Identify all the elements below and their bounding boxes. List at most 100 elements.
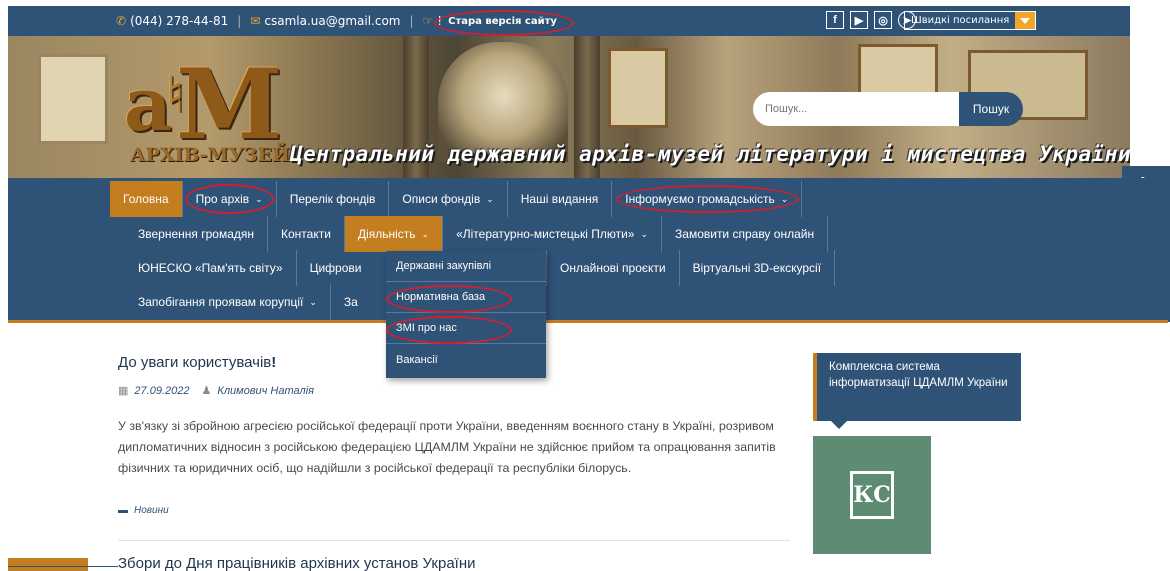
logo-text: АРХІВ-МУЗЕЙ — [130, 144, 290, 166]
social-links: f ▶ ◎ ➤ — [826, 11, 916, 29]
ks-logo: КС — [850, 471, 894, 519]
nav-item-digital[interactable]: Цифрови — [297, 250, 379, 286]
post-meta: ▦ 27.09.2022 ♟ Климович Наталія — [118, 384, 314, 398]
nav-bottom-border — [8, 320, 1168, 323]
activity-submenu: Державні закупівлі Нормативна база ЗМІ п… — [386, 251, 546, 378]
nav-label: Звернення громадян — [138, 227, 254, 241]
post-author[interactable]: Климович Наталія — [217, 385, 314, 397]
old-site-link[interactable]: Стара версія сайту — [434, 9, 574, 36]
chevron-down-icon: ⌄ — [640, 228, 649, 239]
logo-letter: а — [124, 62, 172, 148]
nav-row-4: Запобігання проявам корупції ⌄ За — [125, 284, 371, 320]
nav-label: Віртуальні 3D-екскурсії — [692, 261, 822, 275]
nav-label: Діяльність — [357, 227, 416, 241]
nav-label: Запобігання проявам корупції — [138, 295, 304, 309]
instagram-icon[interactable]: ◎ — [874, 11, 892, 29]
post-excerpt: У зв'язку зі збройною агресією російсько… — [118, 419, 776, 475]
chevron-down-icon — [1020, 17, 1031, 24]
nav-item-inform-public[interactable]: Інформуємо громадськість ⌄ — [612, 181, 803, 217]
nav-label: Описи фондів — [402, 192, 481, 206]
nav-item-citizen-appeals[interactable]: Звернення громадян — [125, 216, 268, 252]
contacts: ✆ (044) 278-44-81 | ✉ csamla.ua@gmail.co… — [116, 6, 574, 36]
facebook-icon[interactable]: f — [826, 11, 844, 29]
submenu-item-vacancies[interactable]: Вакансії — [386, 344, 546, 375]
nav-item-order-online[interactable]: Замовити справу онлайн — [662, 216, 829, 252]
nav-item-literary-plyuty[interactable]: «Літературно-мистецькі Плюти» ⌄ — [443, 216, 663, 252]
quick-links-label: Швидкі посилання — [911, 15, 1010, 26]
post-title-mark: ! — [271, 354, 277, 371]
calendar-icon: ▦ — [118, 385, 129, 397]
submenu-item-procurement[interactable]: Державні закупівлі — [386, 251, 546, 282]
post-date: 27.09.2022 — [134, 384, 190, 397]
nav-item-anti-corruption[interactable]: Запобігання проявам корупції ⌄ — [125, 284, 331, 320]
nav-label: «Літературно-мистецькі Плюти» — [456, 227, 635, 241]
nav-row-1: Головна Про архів ⌄ Перелік фондів Описи … — [110, 181, 803, 217]
nav-label: Головна — [123, 192, 169, 206]
chevron-down-icon: ⌄ — [255, 193, 263, 204]
post-title[interactable]: Збори до Дня працівників архівних устано… — [118, 555, 476, 571]
phone-icon: ✆ — [116, 14, 127, 28]
nav-row-2: Звернення громадян Контакти Діяльність ⌄ … — [125, 216, 829, 252]
divider: | — [409, 14, 414, 28]
submenu-item-regulatory[interactable]: Нормативна база — [386, 282, 546, 313]
nav-label: Про архів — [195, 192, 250, 206]
user-icon: ♟ — [201, 385, 212, 397]
chevron-down-icon: ⌄ — [780, 193, 789, 204]
youtube-icon[interactable]: ▶ — [850, 11, 868, 29]
corner-divider — [8, 566, 118, 567]
nav-item-funds-list[interactable]: Перелік фондів — [277, 181, 390, 217]
banner-photo-frame — [38, 54, 108, 144]
folder-icon: ▬ — [118, 505, 128, 516]
nav-item-online-projects[interactable]: Онлайнові проєкти — [547, 250, 680, 286]
nav-item-about[interactable]: Про архів ⌄ — [183, 181, 277, 217]
nav-label: Наші видання — [520, 192, 599, 206]
nav-item-home[interactable]: Головна — [110, 181, 183, 217]
page: ✆ (044) 278-44-81 | ✉ csamla.ua@gmail.co… — [0, 0, 1170, 571]
post-title-text: До уваги користувачів — [118, 354, 272, 371]
email-link[interactable]: csamla.ua@gmail.com — [264, 14, 400, 28]
banner-photo-portrait — [608, 48, 668, 128]
nav-item-activity[interactable]: Діяльність ⌄ — [344, 216, 444, 252]
nav-label: Замовити справу онлайн — [675, 227, 815, 241]
nav-item-unesco[interactable]: ЮНЕСКО «Пам'ять світу» — [125, 250, 297, 286]
lyre-icon: ♮ — [166, 64, 184, 123]
nav-item-contacts[interactable]: Контакти — [268, 216, 345, 252]
post-category-link[interactable]: Новини — [134, 505, 169, 516]
chevron-down-icon: ⌄ — [309, 296, 317, 307]
hand-pointer-icon: ☞ — [422, 14, 434, 28]
nav-item-publications[interactable]: Наші видання — [508, 181, 613, 217]
post-title[interactable]: До уваги користувачів! — [118, 354, 276, 371]
search-input[interactable] — [753, 92, 959, 126]
quick-links-dropdown[interactable]: Швидкі посилання — [904, 11, 1037, 30]
nav-item-virtual-tours[interactable]: Віртуальні 3D-екскурсії — [680, 250, 836, 286]
submenu-item-media[interactable]: ЗМІ про нас — [386, 313, 546, 344]
top-bar: ✆ (044) 278-44-81 | ✉ csamla.ua@gmail.co… — [8, 6, 1130, 36]
nav-label: Цифрови — [309, 261, 362, 275]
nav-label: За — [343, 295, 358, 309]
nav-label: Контакти — [281, 227, 331, 241]
sidebar-logo-link[interactable]: КС — [813, 436, 931, 554]
phone-number[interactable]: (044) 278-44-81 — [130, 14, 228, 28]
search-button[interactable]: Пошук — [959, 92, 1023, 126]
sidebar-widget-title[interactable]: Комплексна система інформатизації ЦДАМЛМ… — [813, 353, 1021, 429]
nav-item-partial[interactable]: За — [331, 284, 371, 320]
post-divider — [118, 540, 790, 541]
divider: | — [237, 14, 242, 28]
chevron-down-icon: ⌄ — [421, 228, 430, 239]
chevron-down-icon: ⌄ — [486, 193, 494, 204]
nav-label: Перелік фондів — [289, 192, 376, 206]
mail-icon: ✉ — [250, 14, 261, 28]
nav-label: ЮНЕСКО «Пам'ять світу» — [138, 261, 283, 275]
nav-row-3: ЮНЕСКО «Пам'ять світу» Цифрови — [125, 250, 379, 286]
header-banner: а М ♮ АРХІВ-МУЗЕЙЦентральний державний а… — [8, 36, 1130, 178]
nav-row-3b: Онлайнові проєкти Віртуальні 3D-екскурсі… — [546, 250, 836, 286]
scroll-button[interactable] — [8, 558, 88, 571]
nav-item-fund-inventories[interactable]: Описи фондів ⌄ — [389, 181, 508, 217]
quick-links-toggle[interactable] — [1015, 12, 1036, 29]
site-title-text: Центральний державний архів-музей літера… — [289, 142, 1130, 166]
post-category: ▬ Новини — [118, 505, 169, 516]
site-title: АРХІВ-МУЗЕЙЦентральний державний архів-м… — [130, 142, 1130, 166]
nav-label: Інформуємо громадськість — [625, 192, 775, 206]
nav-label: Онлайнові проєкти — [560, 261, 666, 275]
search-form: Пошук — [753, 92, 1023, 126]
